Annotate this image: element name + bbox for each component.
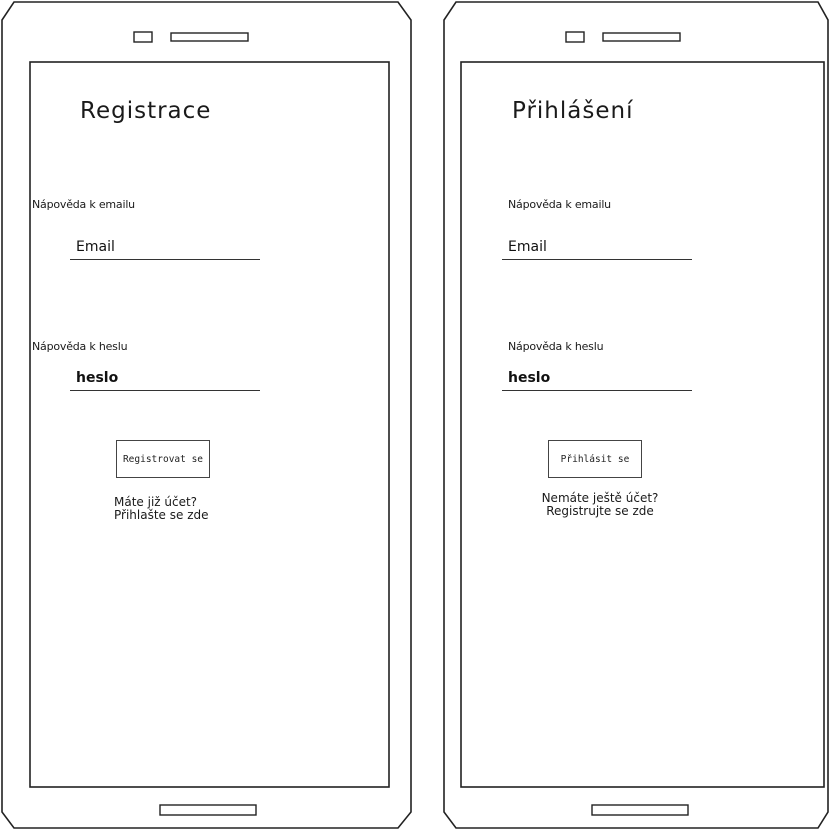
email-field[interactable] xyxy=(502,234,692,260)
register-link-line2: Registrujte se zde xyxy=(546,504,654,518)
login-screen: Přihlášení Nápověda k emailu Nápověda k … xyxy=(432,0,830,830)
page-title: Registrace xyxy=(80,98,212,124)
registration-screen: Registrace Nápověda k emailu Nápověda k … xyxy=(0,0,415,830)
login-link-line2: Přihlašte se zde xyxy=(114,508,209,522)
page-title: Přihlášení xyxy=(512,98,634,124)
password-hint: Nápověda k heslu xyxy=(508,340,604,353)
password-field[interactable] xyxy=(502,365,692,391)
login-link[interactable]: Máte již účet? Přihlašte se zde xyxy=(88,496,218,522)
email-field[interactable] xyxy=(70,234,260,260)
register-link[interactable]: Nemáte ještě účet? Registrujte se zde xyxy=(520,492,680,518)
register-button[interactable]: Registrovat se xyxy=(116,440,210,478)
email-hint: Nápověda k emailu xyxy=(32,198,135,211)
password-hint: Nápověda k heslu xyxy=(32,340,128,353)
email-hint: Nápověda k emailu xyxy=(508,198,611,211)
password-field[interactable] xyxy=(70,365,260,391)
login-button[interactable]: Přihlásit se xyxy=(548,440,642,478)
